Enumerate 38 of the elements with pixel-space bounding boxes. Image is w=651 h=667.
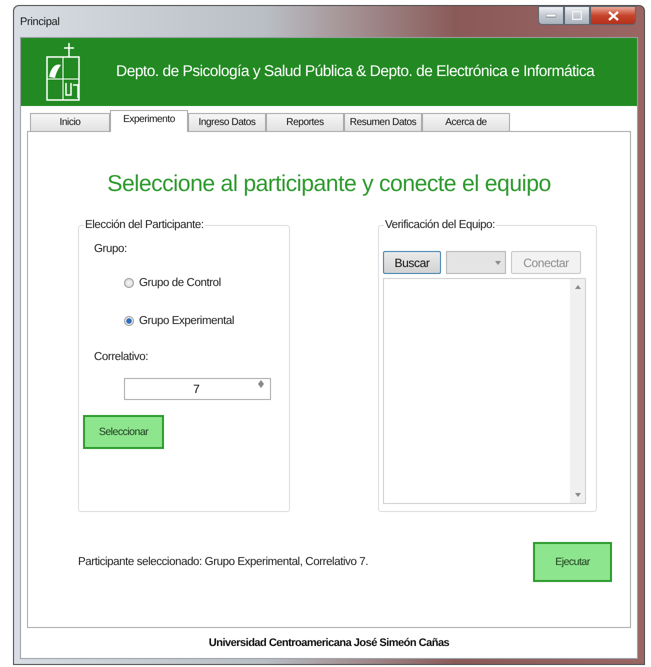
tab[interactable]: Reportes	[266, 113, 344, 131]
maximize-icon	[572, 11, 582, 20]
tab[interactable]: Acerca de	[422, 113, 510, 131]
footer-text: Universidad Centroamericana José Simeón Cañas	[208, 637, 450, 649]
tab[interactable]: Experimento	[110, 110, 188, 132]
tab[interactable]: Inicio	[30, 113, 110, 131]
caret-icon	[495, 260, 501, 264]
correlativo-label: Correlativo:	[94, 351, 149, 363]
status-text: Participante seleccionado: Grupo Experimental, Correlativo 7.	[78, 556, 368, 568]
select-button[interactable]: Seleccionar	[83, 415, 164, 449]
radio-option[interactable]: Grupo de Control	[124, 277, 279, 289]
spin-up-icon	[258, 380, 264, 384]
run-button[interactable]: Ejecutar	[533, 542, 612, 582]
page-heading: Seleccione al participante y conecte el equipo	[106, 170, 552, 197]
radio-icon[interactable]	[124, 316, 134, 326]
logo-icon	[46, 43, 80, 101]
close-button[interactable]	[590, 6, 636, 25]
header-title: Depto. de Psicología y Salud Pública & Depto. de Electrónica e Informática	[116, 63, 594, 81]
search-button[interactable]: Buscar	[383, 251, 441, 274]
group-title: Verificación del Equipo:	[384, 219, 496, 231]
scroll-up-icon	[574, 285, 580, 289]
tab[interactable]: Resumen Datos	[344, 113, 422, 131]
close-icon	[608, 10, 618, 20]
window-title: Principal	[20, 16, 60, 28]
scroll-down-icon	[574, 493, 580, 497]
radio-icon[interactable]	[124, 278, 134, 288]
group-title: Elección del Participante:	[84, 219, 205, 231]
group-label: Grupo:	[94, 243, 128, 255]
tab[interactable]: Ingreso Datos	[188, 113, 266, 131]
minimize-icon	[546, 14, 556, 18]
number-field[interactable]: 7	[124, 378, 271, 400]
radio-option[interactable]: Grupo Experimental	[124, 315, 279, 327]
minimize-button[interactable]	[538, 6, 564, 25]
radio-label: Grupo Experimental	[139, 315, 234, 327]
radio-label: Grupo de Control	[139, 277, 221, 289]
maximize-button[interactable]	[564, 6, 590, 25]
scrollbar[interactable]	[570, 279, 585, 503]
spin-down-icon	[258, 384, 264, 388]
